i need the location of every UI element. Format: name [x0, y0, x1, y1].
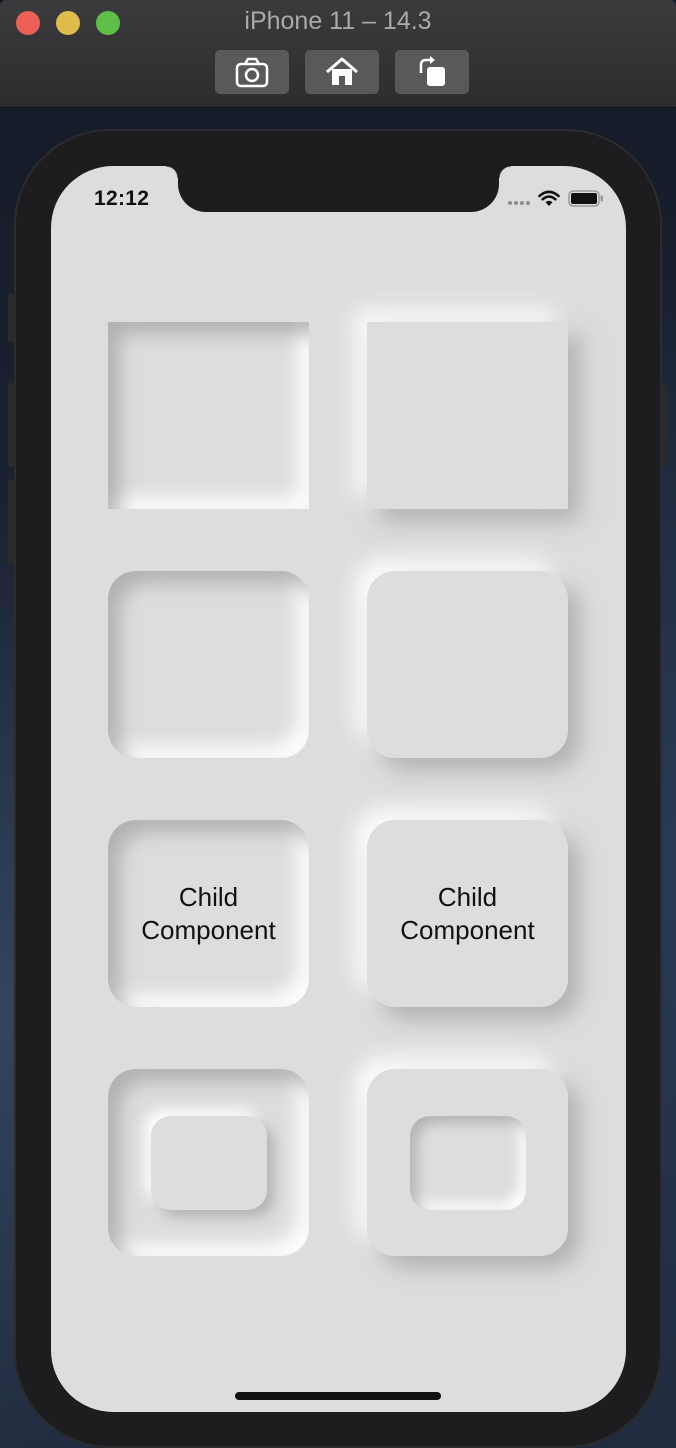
child-component-label: Child Component: [141, 881, 276, 945]
battery-icon: [568, 190, 603, 207]
camera-icon: [235, 57, 269, 88]
convex-square-tile[interactable]: [367, 322, 568, 509]
convex-child-component-tile[interactable]: Child Component: [367, 820, 568, 1007]
window-title: iPhone 11 – 14.3: [244, 7, 432, 35]
notch: [166, 166, 511, 212]
concave-rounded-tile[interactable]: [108, 571, 309, 758]
status-icons: [508, 190, 604, 207]
concave-nested-tile[interactable]: [108, 1069, 309, 1256]
home-icon: [326, 57, 358, 85]
child-component-label: Child Component: [400, 881, 535, 945]
home-button[interactable]: [305, 50, 379, 94]
concave-child-component-tile[interactable]: Child Component: [108, 820, 309, 1007]
power-button: [662, 383, 668, 467]
home-indicator[interactable]: [235, 1392, 441, 1400]
rotate-icon: [419, 56, 445, 86]
rotate-button[interactable]: [395, 50, 469, 94]
status-time: 12:12: [94, 187, 150, 210]
wifi-icon: [538, 190, 560, 206]
screenshot-button[interactable]: [215, 50, 289, 94]
convex-nested-tile[interactable]: [367, 1069, 568, 1256]
cellular-signal-icon: [508, 193, 530, 205]
concave-square-tile[interactable]: [108, 322, 309, 509]
nested-convex-child[interactable]: [150, 1115, 267, 1210]
nested-concave-child[interactable]: [409, 1115, 526, 1210]
convex-rounded-tile[interactable]: [367, 571, 568, 758]
simulator-titlebar: iPhone 11 – 14.3: [0, 0, 676, 108]
iphone-screen: 12:12 Child Component Child Component: [51, 166, 626, 1412]
